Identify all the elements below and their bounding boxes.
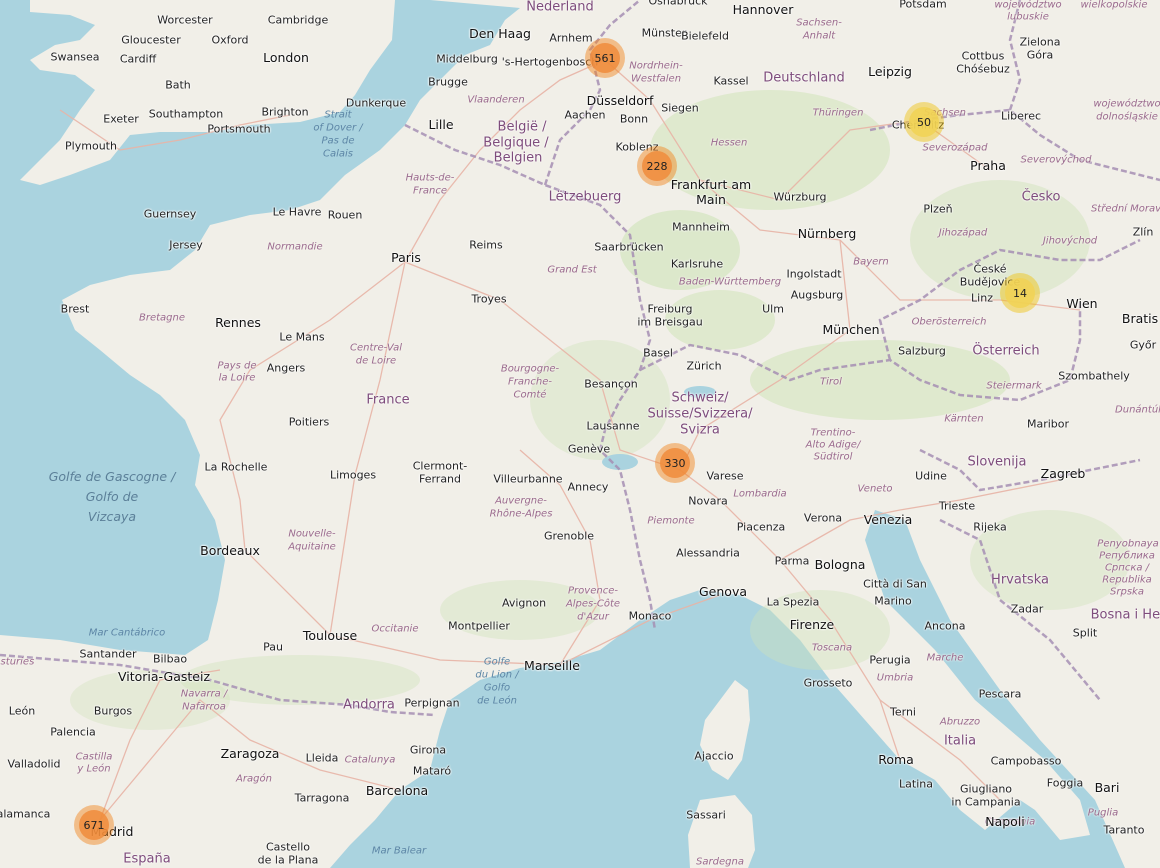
marker-cluster-count: 330 bbox=[660, 448, 690, 478]
map-viewport[interactable]: Nederland Deutschland België / Belgique … bbox=[0, 0, 1160, 868]
marker-cluster[interactable]: 50 bbox=[904, 102, 944, 142]
marker-cluster-count: 561 bbox=[590, 43, 620, 73]
marker-cluster[interactable]: 330 bbox=[655, 443, 695, 483]
map-base-layer[interactable] bbox=[0, 0, 1160, 868]
marker-cluster-count: 14 bbox=[1005, 278, 1035, 308]
marker-cluster-count: 50 bbox=[909, 107, 939, 137]
marker-cluster[interactable]: 671 bbox=[74, 805, 114, 845]
marker-cluster[interactable]: 14 bbox=[1000, 273, 1040, 313]
marker-cluster-count: 671 bbox=[79, 810, 109, 840]
marker-cluster-count: 228 bbox=[642, 151, 672, 181]
marker-cluster[interactable]: 228 bbox=[637, 146, 677, 186]
marker-cluster[interactable]: 561 bbox=[585, 38, 625, 78]
